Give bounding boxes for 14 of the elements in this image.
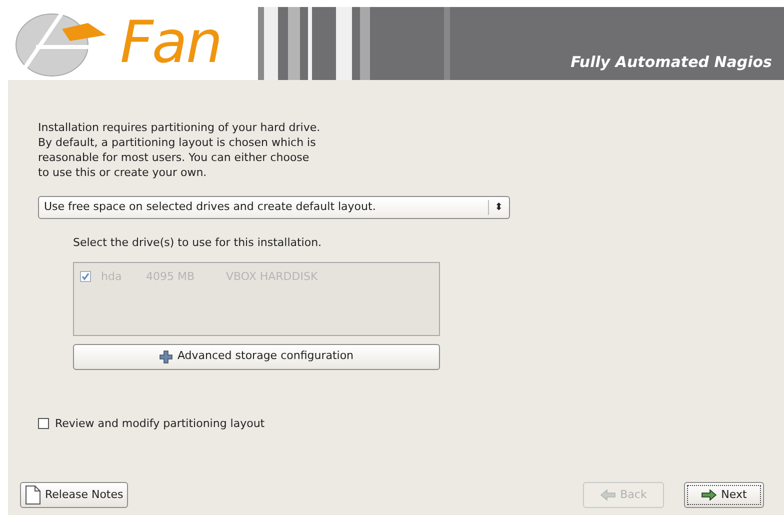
arrow-right-icon xyxy=(701,489,718,501)
logo-text: Fan xyxy=(120,13,222,71)
review-checkbox-label: Review and modify partitioning layout xyxy=(55,416,265,432)
intro-text: Installation requires partitioning of your hard drive. By default, a partitioning layout is chosen which is reasonable for most users. You can either choose to use this or create your own. xyxy=(38,120,322,180)
checkbox[interactable] xyxy=(38,418,49,430)
arrow-left-icon xyxy=(600,489,616,501)
document-icon xyxy=(25,485,41,505)
next-button[interactable]: Next xyxy=(684,482,764,508)
plus-icon xyxy=(159,350,174,364)
advanced-storage-button[interactable]: Advanced storage configuration xyxy=(73,344,440,370)
layout-select[interactable]: Use free space on selected drives and create default layout. ⬍ xyxy=(38,196,510,219)
drives-label: Select the drive(s) to use for this installation. xyxy=(73,235,323,251)
tagline: Fully Automated Nagios xyxy=(570,52,772,72)
release-button[interactable]: Release Notes xyxy=(20,482,128,508)
